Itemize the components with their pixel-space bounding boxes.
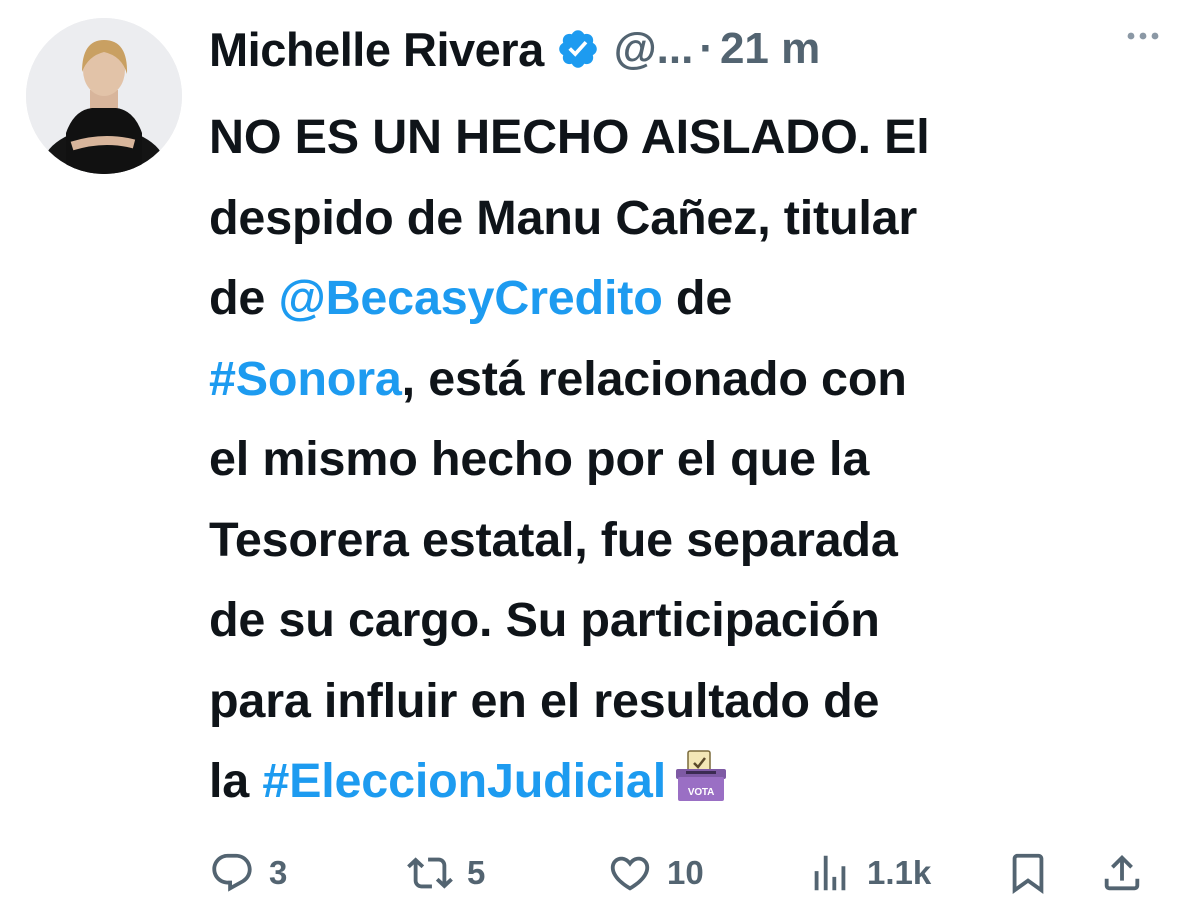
bookmark-icon bbox=[1012, 853, 1044, 894]
tweet-text-line: NO ES UN HECHO AISLADO. El bbox=[209, 97, 1159, 178]
views-button[interactable]: 1.1k bbox=[807, 842, 931, 904]
tweet-text-line: de @BecasyCredito de bbox=[209, 258, 1159, 339]
tweet-text-segment: despido de Manu Cañez, titular bbox=[209, 190, 918, 245]
reply-button[interactable]: 3 bbox=[209, 842, 287, 904]
tweet-text-segment: NO ES UN HECHO AISLADO. El bbox=[209, 110, 930, 164]
tweet-text-segment: para influir en el resultado de bbox=[209, 673, 880, 728]
tweet-text-segment: de bbox=[662, 271, 733, 325]
ballot-label: VOTA bbox=[688, 787, 714, 798]
views-count: 1.1k bbox=[867, 854, 932, 891]
tweet-text-segment: de su cargo. Su participación bbox=[209, 593, 880, 647]
tweet-text: NO ES UN HECHO AISLADO. El despido de Man… bbox=[209, 97, 1159, 822]
author-handle[interactable]: @... bbox=[614, 24, 694, 74]
views-icon bbox=[814, 855, 846, 891]
tweet-text-line: #Sonora, está relacionado con bbox=[209, 339, 1159, 420]
reply-icon bbox=[212, 853, 252, 892]
tweet-text-segment: la bbox=[209, 754, 263, 808]
tweet-timestamp[interactable]: 21 m bbox=[720, 24, 820, 74]
hashtag-link[interactable]: #Sonora bbox=[209, 352, 402, 406]
reply-count: 3 bbox=[269, 854, 288, 891]
share-button[interactable] bbox=[1099, 842, 1145, 904]
verified-badge-icon bbox=[556, 27, 600, 71]
tweet-header: Michelle Rivera @... · 21 m bbox=[209, 14, 1159, 84]
tweet-text-line: la #EleccionJudicial VOTA bbox=[209, 741, 1159, 822]
more-options-icon[interactable] bbox=[1121, 14, 1165, 58]
like-button[interactable]: 10 bbox=[607, 842, 704, 904]
tweet-text-segment: el mismo hecho por el que la bbox=[209, 432, 870, 486]
ballot-box-icon: VOTA bbox=[672, 747, 730, 805]
mention-link[interactable]: @BecasyCredito bbox=[278, 271, 662, 325]
tweet-text-line: despido de Manu Cañez, titular bbox=[209, 178, 1159, 259]
bookmark-button[interactable] bbox=[1005, 842, 1051, 904]
avatar[interactable] bbox=[26, 18, 182, 174]
tweet-text-line: el mismo hecho por el que la bbox=[209, 419, 1159, 500]
avatar-image bbox=[26, 18, 182, 174]
tweet-text-segment: , está relacionado con bbox=[401, 351, 907, 406]
tweet-text-line: Tesorera estatal, fue separada bbox=[209, 500, 1159, 581]
retweet-icon bbox=[407, 857, 453, 889]
tweet-text-line: de su cargo. Su participación bbox=[209, 580, 1159, 661]
share-icon bbox=[1104, 854, 1140, 891]
retweet-button[interactable]: 5 bbox=[407, 842, 485, 904]
header-separator: · bbox=[699, 24, 714, 73]
tweet-text-segment: de bbox=[209, 271, 279, 325]
author-name[interactable]: Michelle Rivera bbox=[209, 22, 544, 77]
heart-icon bbox=[610, 856, 650, 891]
like-count: 10 bbox=[667, 854, 704, 891]
action-bar: 3 5 10 1.1k bbox=[209, 842, 1159, 904]
hashtag-link[interactable]: #EleccionJudicial bbox=[262, 754, 666, 808]
retweet-count: 5 bbox=[467, 854, 486, 891]
tweet-text-segment: Tesorera estatal, fue separada bbox=[209, 512, 898, 567]
tweet-text-line: para influir en el resultado de bbox=[209, 661, 1159, 742]
